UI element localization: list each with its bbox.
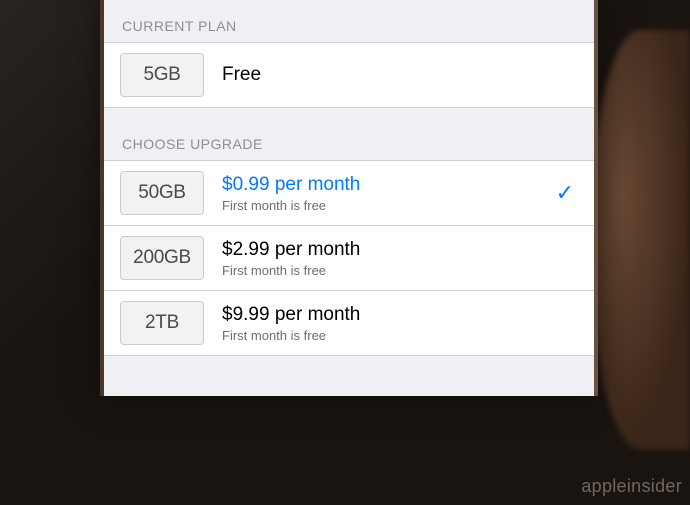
upgrade-row-2tb[interactable]: 2TB $9.99 per month First month is free [104,291,594,355]
section-header-current-plan: CURRENT PLAN [104,0,594,42]
background-hand [590,30,690,450]
upgrade-content: $2.99 per month First month is free [204,238,578,278]
storage-badge: 2TB [120,301,204,345]
upgrade-price: $0.99 per month [222,173,546,197]
section-header-choose-upgrade: CHOOSE UPGRADE [104,108,594,160]
watermark-text: appleinsider [581,476,682,497]
storage-badge-current: 5GB [120,53,204,97]
storage-badge: 50GB [120,171,204,215]
upgrade-row-200gb[interactable]: 200GB $2.99 per month First month is fre… [104,226,594,291]
current-plan-content: Free [204,63,578,87]
upgrade-price: $2.99 per month [222,238,578,262]
upgrade-note: First month is free [222,198,546,213]
upgrade-note: First month is free [222,328,578,343]
upgrade-group: 50GB $0.99 per month First month is free… [104,160,594,356]
upgrade-content: $0.99 per month First month is free [204,173,546,213]
upgrade-price: $9.99 per month [222,303,578,327]
upgrade-content: $9.99 per month First month is free [204,303,578,343]
current-plan-label: Free [222,63,578,87]
checkmark-icon: ✓ [546,180,578,206]
phone-screen: CURRENT PLAN 5GB Free CHOOSE UPGRADE 50G… [100,0,598,396]
upgrade-row-50gb[interactable]: 50GB $0.99 per month First month is free… [104,161,594,226]
upgrade-note: First month is free [222,263,578,278]
current-plan-row[interactable]: 5GB Free [104,42,594,108]
storage-badge: 200GB [120,236,204,280]
